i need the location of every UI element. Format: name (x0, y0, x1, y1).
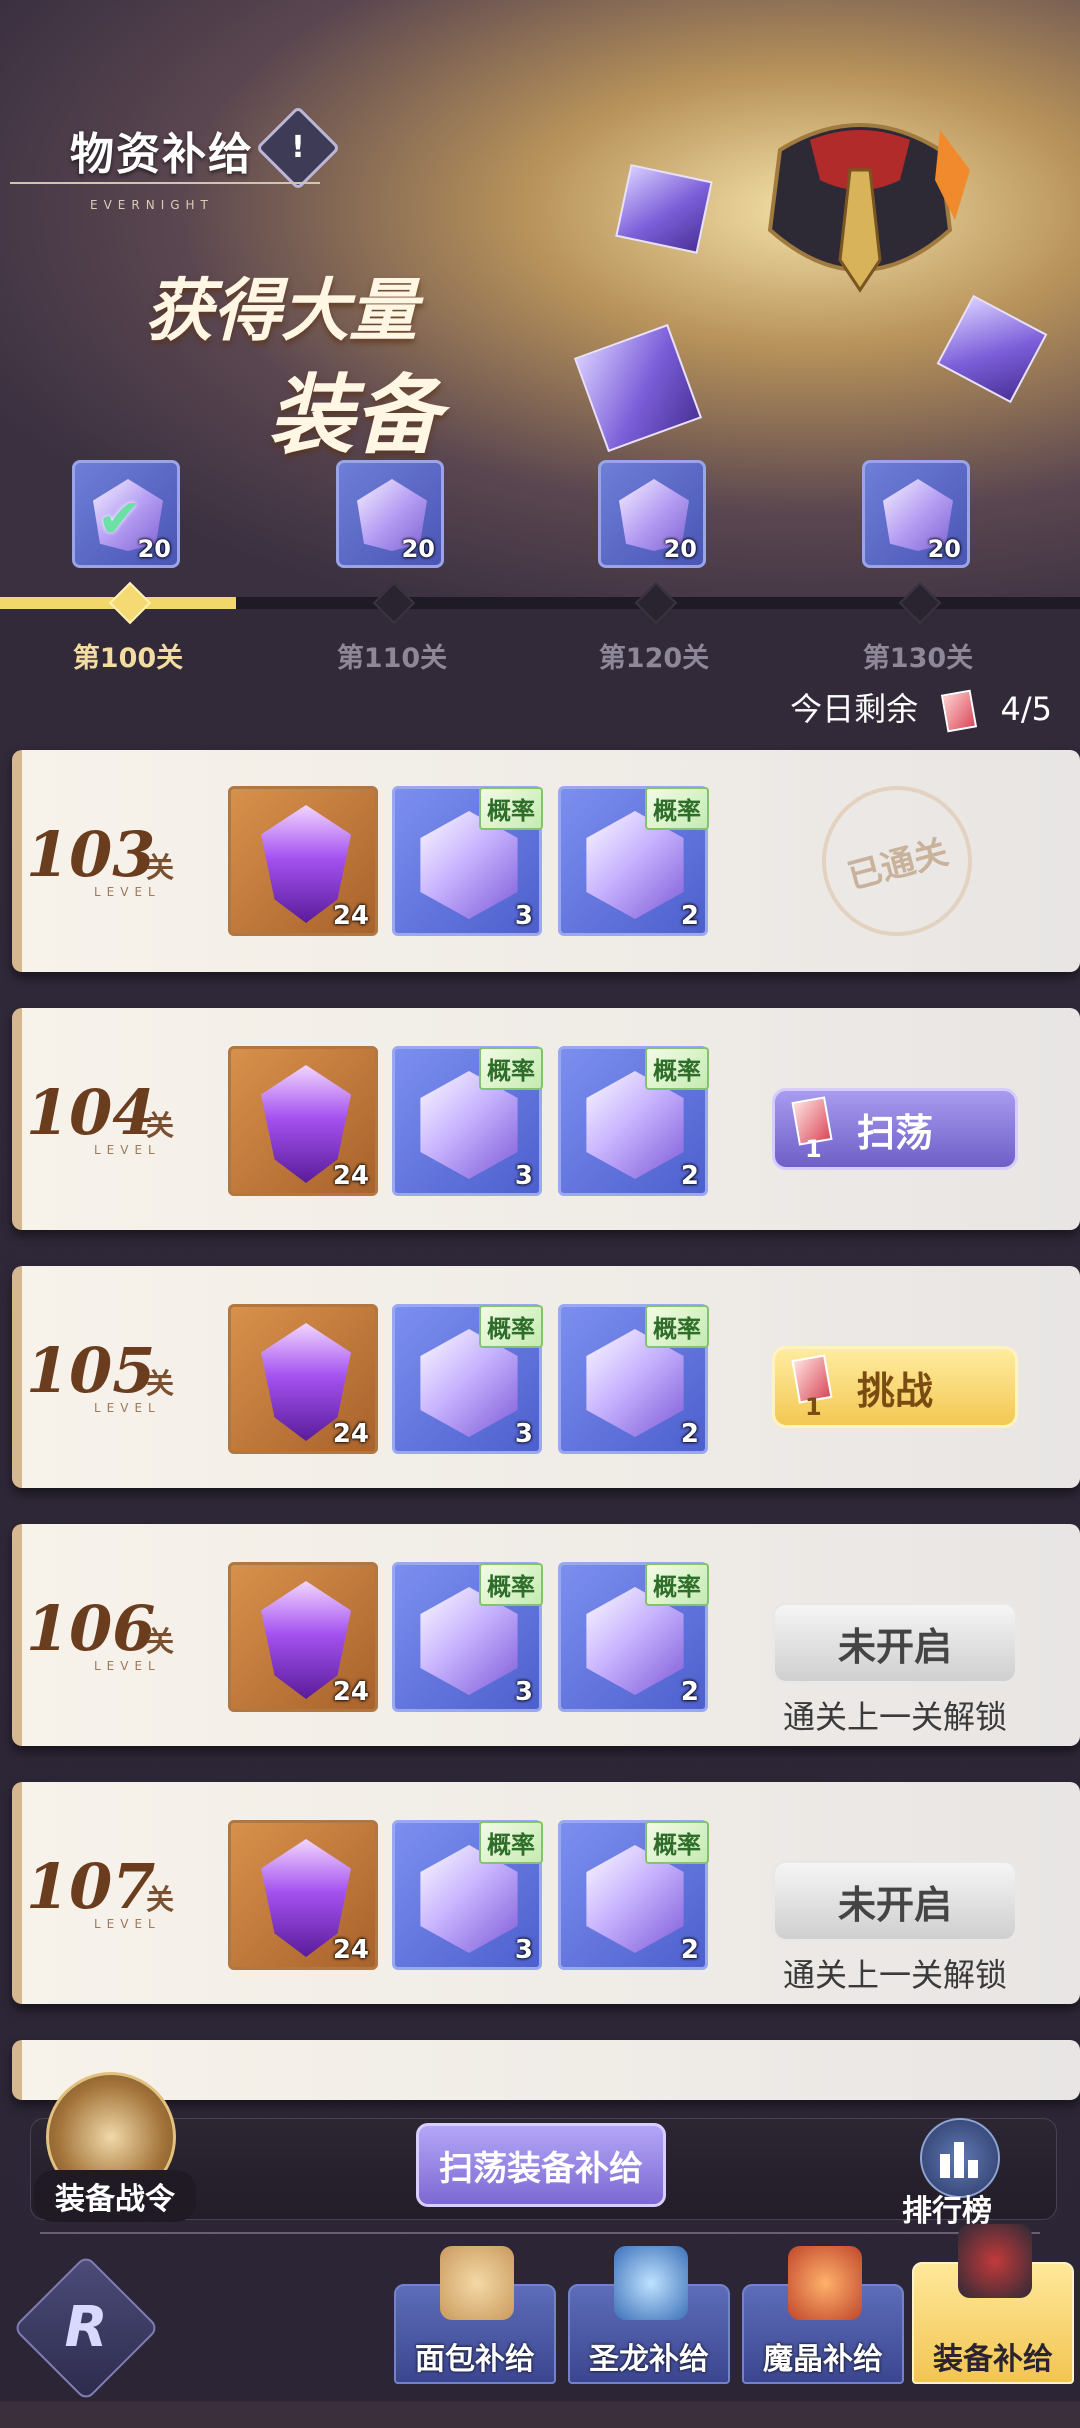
check-icon: ✔ (97, 487, 143, 550)
decorative-divider (40, 2232, 1040, 2234)
bread-icon (440, 2246, 514, 2320)
level-word: LEVEL (94, 1143, 161, 1157)
cleared-stamp: 已通关 (805, 769, 989, 953)
locked-button[interactable]: 未开启 (772, 1860, 1018, 1942)
reward-equipment-gold[interactable]: 24 (228, 1046, 378, 1196)
milestone-reward-130[interactable]: 20 (862, 460, 970, 568)
crystal-decoration (615, 164, 713, 254)
reward-equipment-gold[interactable]: 24 (228, 786, 378, 936)
probability-tag: 概率 (479, 787, 543, 830)
ticket-icon (941, 689, 978, 733)
hero-text-line2: 装备 (268, 365, 440, 466)
probability-tag: 概率 (479, 1821, 543, 1864)
probability-tag: 概率 (479, 1563, 543, 1606)
reward-crystal-blue[interactable]: 概率 2 (558, 1562, 709, 1712)
level-number: 106 (26, 1592, 156, 1665)
tab-bread-supply[interactable]: 面包补给 (394, 2246, 556, 2384)
reward-crystal-blue[interactable]: 概率 2 (558, 1046, 709, 1196)
level-row-106: 106 关 LEVEL 24 概率 3 概率 2 未开启 通关上一关解锁 (12, 1524, 1080, 1746)
milestone-count: 20 (401, 535, 435, 563)
reward-crystal-blue[interactable]: 概率 2 (558, 1820, 709, 1970)
reward-crystal-blue[interactable]: 概率 2 (558, 786, 709, 936)
level-unit: 关 (146, 1883, 175, 1916)
milestone-reward-100[interactable]: ✔ 20 (72, 460, 180, 568)
unlock-hint: 通关上一关解锁 (782, 1698, 1007, 1736)
reward-crystal-blue[interactable]: 概率 3 (392, 1820, 543, 1970)
level-row-partial (12, 2040, 1080, 2100)
equipment-icon (958, 2224, 1032, 2298)
level-number: 105 (26, 1334, 156, 1407)
reward-equipment-gold[interactable]: 24 (228, 1820, 378, 1970)
milestone-reward-120[interactable]: 20 (598, 460, 706, 568)
level-word: LEVEL (94, 1917, 161, 1931)
page-title: 物资补给 (70, 129, 254, 180)
level-number: 104 (26, 1076, 156, 1149)
milestone-count: 20 (663, 535, 697, 563)
title-subtitle: EVERNIGHT (90, 198, 214, 212)
level-row-107: 107 关 LEVEL 24 概率 3 概率 2 未开启 通关上一关解锁 (12, 1782, 1080, 2004)
dragon-icon (614, 2246, 688, 2320)
level-row-103: 103 关 LEVEL 24 概率 3 概率 2 已通关 (12, 750, 1080, 972)
level-number: 103 (26, 818, 156, 891)
probability-tag: 概率 (645, 787, 709, 830)
level-row-104: 104 关 LEVEL 24 概率 3 概率 2 1 扫荡 (12, 1008, 1080, 1230)
milestone-count: 20 (137, 535, 171, 563)
milestone-count: 20 (927, 535, 961, 563)
daily-remaining: 今日剩余 4/5 (790, 684, 1053, 733)
reward-crystal-blue[interactable]: 概率 3 (392, 1562, 543, 1712)
remaining-value: 4/5 (1000, 690, 1053, 728)
sweep-button[interactable]: 1 扫荡 (772, 1088, 1018, 1170)
milestone-label: 第120关 (598, 643, 710, 674)
tab-equipment-supply[interactable]: 装备补给 (912, 2224, 1074, 2384)
unlock-hint: 通关上一关解锁 (782, 1956, 1007, 1994)
level-unit: 关 (146, 851, 175, 884)
level-unit: 关 (146, 1625, 175, 1658)
level-word: LEVEL (94, 885, 161, 899)
locked-button[interactable]: 未开启 (772, 1602, 1018, 1684)
milestone-reward-110[interactable]: 20 (336, 460, 444, 568)
reward-crystal-blue[interactable]: 概率 3 (392, 786, 543, 936)
remaining-label: 今日剩余 (790, 690, 919, 728)
crystal-decoration (573, 323, 703, 453)
milestone-label: 第110关 (336, 643, 448, 674)
reward-crystal-blue[interactable]: 概率 2 (558, 1304, 709, 1454)
probability-tag: 概率 (645, 1047, 709, 1090)
probability-tag: 概率 (645, 1821, 709, 1864)
reward-equipment-gold[interactable]: 24 (228, 1304, 378, 1454)
level-word: LEVEL (94, 1659, 161, 1673)
probability-tag: 概率 (479, 1047, 543, 1090)
reward-crystal-blue[interactable]: 概率 3 (392, 1046, 543, 1196)
reward-crystal-blue[interactable]: 概率 3 (392, 1304, 543, 1454)
helmet-illustration (740, 110, 980, 310)
probability-tag: 概率 (645, 1305, 709, 1348)
level-word: LEVEL (94, 1401, 161, 1415)
milestone-label: 第130关 (862, 643, 974, 674)
level-row-105: 105 关 LEVEL 24 概率 3 概率 2 1 挑战 (12, 1266, 1080, 1488)
magic-crystal-icon (788, 2246, 862, 2320)
level-unit: 关 (146, 1367, 175, 1400)
challenge-button[interactable]: 1 挑战 (772, 1346, 1018, 1428)
sweep-supply-button[interactable]: 扫荡装备补给 (416, 2123, 666, 2207)
probability-tag: 概率 (645, 1563, 709, 1606)
tab-dragon-supply[interactable]: 圣龙补给 (568, 2246, 730, 2384)
back-logo-icon[interactable]: R (12, 2254, 160, 2402)
crystal-decoration (936, 294, 1048, 404)
battle-pass-label[interactable]: 装备战令 (34, 2170, 196, 2222)
title-divider (10, 182, 320, 184)
hero-text-line1: 获得大量 (145, 271, 418, 351)
level-number: 107 (26, 1850, 156, 1923)
milestone-label: 第100关 (72, 643, 184, 674)
info-icon[interactable]: ! (255, 105, 341, 191)
level-unit: 关 (146, 1109, 175, 1142)
reward-equipment-gold[interactable]: 24 (228, 1562, 378, 1712)
tab-magic-crystal-supply[interactable]: 魔晶补给 (742, 2246, 904, 2384)
probability-tag: 概率 (479, 1305, 543, 1348)
